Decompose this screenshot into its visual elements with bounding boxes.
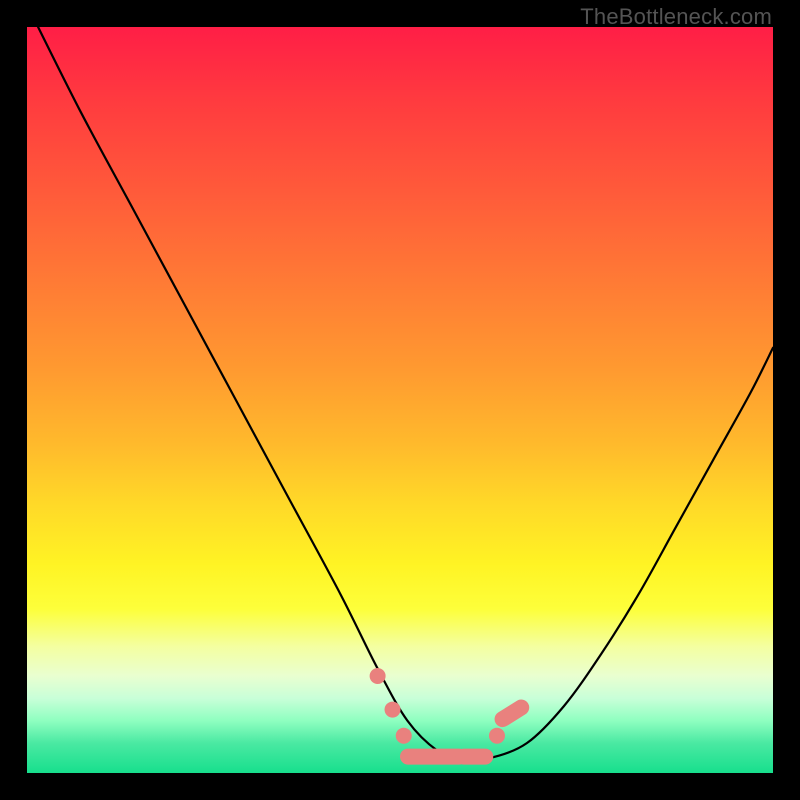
curve-marker-dot [489,728,505,744]
curve-marker-pill [492,696,533,730]
curve-markers [370,668,533,765]
curve-marker-dot [385,702,401,718]
curve-marker-dot [396,728,412,744]
bottleneck-curve [27,5,773,760]
watermark-text: TheBottleneck.com [580,4,772,30]
curve-svg [27,27,773,773]
plot-area [27,27,773,773]
curve-marker-dot [370,668,386,684]
curve-marker-bar [456,749,493,765]
chart-frame: TheBottleneck.com [0,0,800,800]
